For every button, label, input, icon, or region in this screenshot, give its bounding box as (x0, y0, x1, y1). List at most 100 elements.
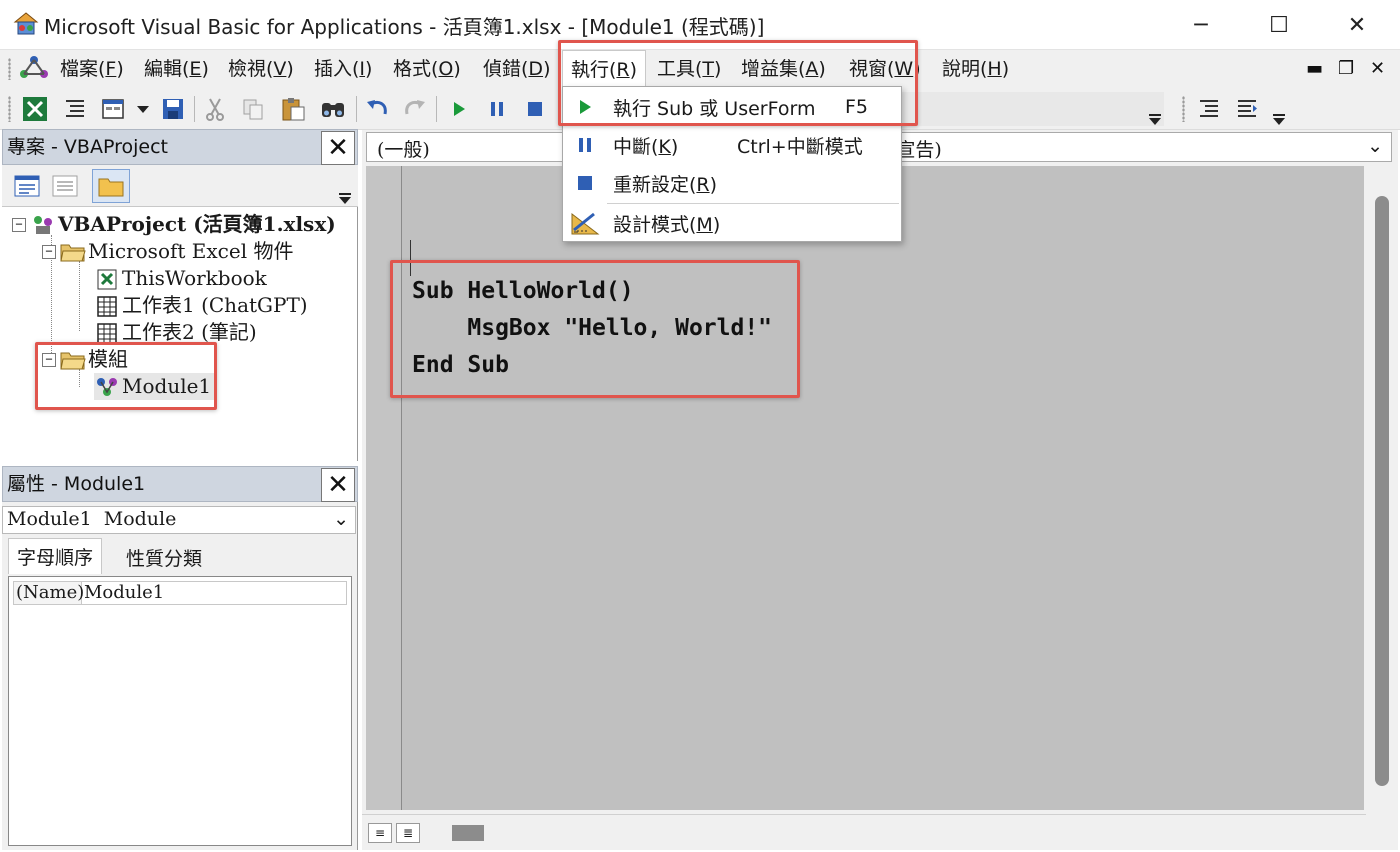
indent-list-icon (66, 100, 84, 117)
minimize-button[interactable]: ─ (1162, 0, 1240, 50)
insert-userform-button[interactable] (60, 95, 90, 123)
menu-edit[interactable]: 編輯(E) (144, 50, 209, 88)
close-properties-pane-button[interactable]: ✕ (321, 468, 355, 502)
procedure-combo[interactable]: (宣告) ⌄ (878, 132, 1392, 162)
binoculars-icon (322, 103, 344, 117)
tree-root-vbaproject[interactable]: − VBAProject (活頁簿1.xlsx) (12, 211, 336, 238)
menu-insert[interactable]: 插入(I) (314, 50, 372, 88)
tab-alphabetic[interactable]: 字母順序 (8, 538, 103, 574)
insert-module-button[interactable] (98, 95, 128, 123)
tree-excel-objects-folder[interactable]: − Microsoft Excel 物件 (42, 238, 293, 265)
collapse-icon[interactable]: − (12, 217, 26, 232)
worksheet-icon (94, 322, 120, 344)
reset-button[interactable] (520, 95, 550, 123)
outdent-button[interactable] (1232, 95, 1262, 123)
reset-item[interactable]: 重新設定(R) (563, 164, 901, 202)
horizontal-scroll-thumb[interactable] (452, 825, 484, 841)
tree-sheet1[interactable]: 工作表1 (ChatGPT) (94, 292, 308, 319)
property-name-value[interactable]: Module1 (82, 582, 164, 604)
paste-button[interactable] (278, 95, 308, 123)
toggle-folders-button[interactable] (92, 169, 130, 203)
break-item[interactable]: 中斷(K) Ctrl+中斷模式 (563, 126, 901, 164)
menubar-grip[interactable] (8, 58, 11, 80)
tree-this-workbook-label: ThisWorkbook (122, 266, 267, 290)
object-selector-type: Module (103, 508, 177, 530)
edit-toolbar-grip[interactable] (1182, 96, 1185, 122)
collapse-icon[interactable]: − (42, 244, 56, 259)
vertical-scrollbar[interactable] (1366, 166, 1396, 848)
view-code-button[interactable] (10, 171, 44, 201)
outdent-icon (1238, 100, 1257, 117)
tree-this-workbook[interactable]: ThisWorkbook (94, 265, 267, 292)
pause-icon (491, 102, 503, 116)
find-button[interactable] (318, 95, 348, 123)
procedure-view-button[interactable]: ≡ (368, 823, 392, 843)
project-toolbar-overflow[interactable] (338, 173, 356, 205)
menu-help[interactable]: 說明(H) (942, 50, 1009, 88)
close-project-pane-button[interactable]: ✕ (321, 131, 355, 165)
worksheet-icon (94, 295, 120, 317)
full-module-view-button[interactable]: ≣ (396, 823, 420, 843)
run-sub-button[interactable] (444, 95, 474, 123)
tab-categorized[interactable]: 性質分類 (118, 540, 210, 574)
overflow-arrow-icon (1149, 114, 1161, 125)
mdi-minimize-button[interactable]: ▬ (1306, 58, 1323, 79)
close-icon: ✕ (327, 133, 349, 163)
vba-project-icon (18, 54, 50, 88)
project-tree: − VBAProject (活頁簿1.xlsx) − Microsoft Exc… (2, 209, 358, 461)
shortcut-label: Ctrl+中斷模式 (737, 135, 863, 158)
object-selector[interactable]: Module1 Module ⌄ (2, 506, 356, 534)
vertical-scroll-thumb[interactable] (1375, 196, 1389, 786)
play-icon (454, 102, 465, 116)
toolbar-grip[interactable] (8, 96, 11, 122)
view-object-button[interactable] (48, 171, 82, 201)
property-row-name[interactable]: (Name) Module1 (13, 581, 347, 605)
horizontal-scrollbar[interactable]: ≡ ≣ (362, 814, 1366, 848)
view-code-icon (14, 175, 40, 197)
minimize-icon: ─ (1194, 12, 1208, 38)
property-name-label: (Name) (14, 582, 85, 604)
menu-debug[interactable]: 偵錯(D) (483, 50, 550, 88)
object-selector-name: Module1 (7, 508, 92, 530)
project-explorer-header: 專案 - VBAProject ✕ (2, 129, 358, 165)
toolbar-separator (356, 96, 357, 122)
mdi-restore-button[interactable]: ❐ (1338, 58, 1354, 79)
position-readout (900, 92, 1164, 126)
highlight-code (390, 260, 800, 398)
form-icon (102, 99, 124, 119)
properties-grid: (Name) Module1 (8, 576, 352, 846)
window-title: Microsoft Visual Basic for Applications … (44, 15, 765, 39)
menu-view[interactable]: 檢視(V) (228, 50, 294, 88)
maximize-button[interactable]: ☐ (1240, 0, 1318, 50)
menu-file[interactable]: 檔案(F) (60, 50, 124, 88)
overflow-arrow-icon (1273, 114, 1285, 125)
vba-app-icon (12, 10, 40, 38)
insert-dropdown-button[interactable] (128, 95, 158, 123)
toolbar-overflow-button[interactable] (1144, 94, 1166, 126)
excel-icon (23, 97, 47, 121)
redo-button[interactable] (400, 95, 430, 123)
paste-icon (282, 98, 305, 121)
design-mode-item[interactable]: 設計模式(M) (563, 204, 901, 242)
close-window-button[interactable]: ✕ (1318, 0, 1396, 50)
view-object-icon (52, 175, 78, 197)
mdi-close-button[interactable]: ✕ (1370, 58, 1385, 79)
view-excel-button[interactable] (20, 95, 50, 123)
menu-format[interactable]: 格式(O) (393, 50, 461, 88)
save-icon (163, 99, 183, 119)
open-folder-icon (60, 241, 86, 263)
redo-icon (405, 100, 425, 115)
edit-toolbar-overflow-button[interactable] (1268, 94, 1290, 126)
properties-header: 屬性 - Module1 ✕ (2, 466, 358, 502)
cut-button[interactable] (200, 95, 230, 123)
copy-button[interactable] (238, 95, 268, 123)
design-mode-icon (563, 210, 607, 236)
undo-button[interactable] (362, 95, 392, 123)
dropdown-arrow-icon (137, 106, 149, 113)
break-icon (563, 137, 607, 153)
break-button[interactable] (482, 95, 512, 123)
indent-button[interactable] (1194, 95, 1224, 123)
indent-icon (1200, 100, 1218, 117)
full-module-view-icon: ≣ (402, 826, 414, 840)
save-button[interactable] (158, 95, 188, 123)
